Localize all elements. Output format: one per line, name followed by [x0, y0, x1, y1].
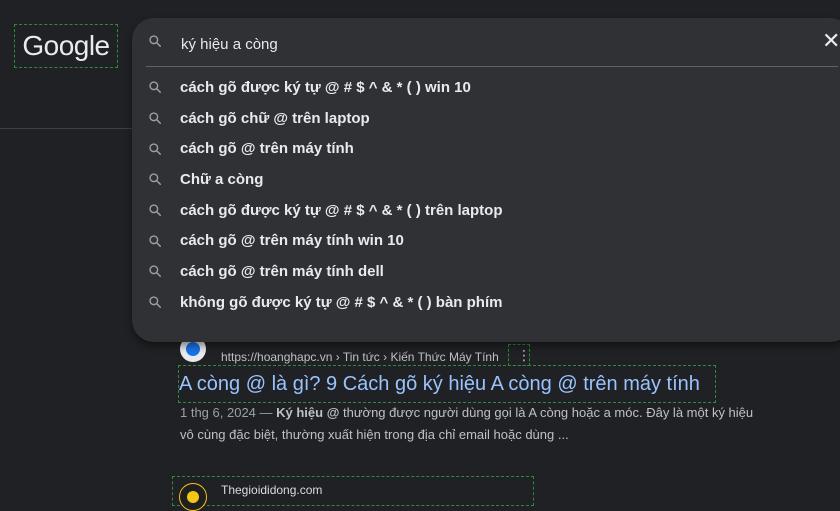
result-date: 1 thg 6, 2024 — [180, 405, 273, 420]
suggestion-text: cách gõ được ký tự @ # $ ^ & * ( ) trên … [180, 201, 503, 219]
suggestion-text: cách gõ @ trên máy tính win 10 [180, 232, 404, 250]
google-logo[interactable]: Google [14, 24, 118, 68]
search-icon [148, 142, 162, 156]
suggestion-item[interactable]: cách gõ @ trên máy tính win 10 [132, 225, 840, 256]
result-breadcrumb: https://hoanghapc.vn › Tin tức › Kiến Th… [221, 350, 499, 364]
suggestion-text: không gõ được ký tự @ # $ ^ & * ( ) bàn … [180, 293, 503, 311]
clear-search-button[interactable]: ✕ [822, 30, 840, 54]
snippet-bold: Ký hiệu @ [276, 405, 340, 420]
snippet-text: thường được người dùng gọi là A còng hoặ… [339, 405, 754, 420]
search-icon [148, 295, 162, 309]
snippet-line-2: vô cùng đặc biệt, thường xuất hiện trong… [180, 427, 569, 442]
suggestion-text: cách gõ được ký tự @ # $ ^ & * ( ) win 1… [180, 78, 471, 96]
suggestion-text: cách gõ @ trên máy tính dell [180, 262, 384, 280]
search-input[interactable] [179, 31, 763, 57]
result-more-button[interactable]: ⋮ [508, 344, 531, 366]
suggestion-item[interactable]: cách gõ @ trên máy tính dell [132, 256, 840, 287]
search-icon [148, 34, 162, 53]
search-icon [148, 234, 162, 248]
result-title-link[interactable]: A còng @ là gì? 9 Cách gõ ký hiệu A còng… [178, 365, 716, 403]
suggestion-item[interactable]: cách gõ @ trên máy tính [132, 133, 840, 164]
search-icon [148, 203, 162, 217]
search-autocomplete-panel: ✕ cách gõ được ký tự @ # $ ^ & * ( ) win… [132, 18, 840, 342]
search-icon [148, 111, 162, 125]
search-icon [148, 172, 162, 186]
suggestion-item[interactable]: cách gõ chữ @ trên laptop [132, 103, 840, 134]
suggestion-item[interactable]: cách gõ được ký tự @ # $ ^ & * ( ) trên … [132, 195, 840, 226]
suggestion-item[interactable]: không gõ được ký tự @ # $ ^ & * ( ) bàn … [132, 287, 840, 318]
search-icon [148, 264, 162, 278]
suggestion-text: Chữ a còng [180, 170, 264, 188]
search-panel-divider [146, 66, 838, 67]
thegioididong-favicon [179, 483, 207, 511]
suggestion-item[interactable]: cách gõ được ký tự @ # $ ^ & * ( ) win 1… [132, 72, 840, 103]
result-snippet: 1 thg 6, 2024 — Ký hiệu @ thường được ng… [180, 402, 840, 446]
search-bar: ✕ [132, 18, 840, 66]
suggestion-text: cách gõ chữ @ trên laptop [180, 109, 370, 127]
search-icon [148, 80, 162, 94]
suggestion-item[interactable]: Chữ a còng [132, 164, 840, 195]
suggestion-list: cách gõ được ký tự @ # $ ^ & * ( ) win 1… [132, 72, 840, 318]
suggestion-text: cách gõ @ trên máy tính [180, 140, 354, 158]
result-2-header[interactable]: Thegioididong.com [172, 476, 534, 511]
result-2-site-name: Thegioididong.com [221, 483, 323, 497]
more-vert-icon: ⋮ [517, 347, 531, 363]
